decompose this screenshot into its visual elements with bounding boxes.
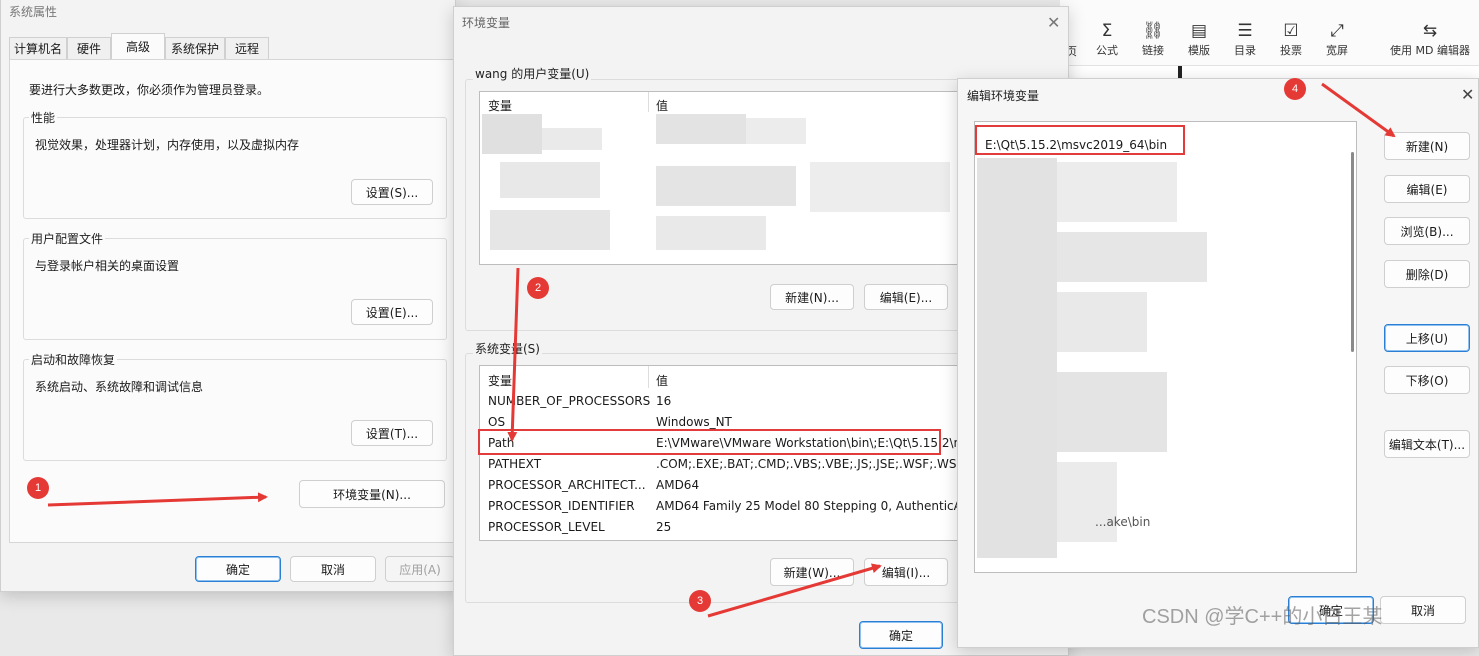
watermark: CSDN @学C++的小白王某: [1142, 606, 1383, 628]
annotation-arrows: [47, 82, 1396, 618]
arrow-3: [707, 563, 882, 618]
annotation-badge-1: 1: [27, 477, 49, 499]
annotation-badge-4: 4: [1284, 78, 1306, 100]
annotation-badge-3: 3: [689, 590, 711, 612]
arrow-4: [1321, 82, 1396, 138]
arrow-1: [47, 492, 268, 507]
tab-advanced[interactable]: 高级: [111, 33, 165, 59]
arrow-2: [507, 267, 520, 442]
annotation-badge-2: 2: [527, 277, 549, 299]
